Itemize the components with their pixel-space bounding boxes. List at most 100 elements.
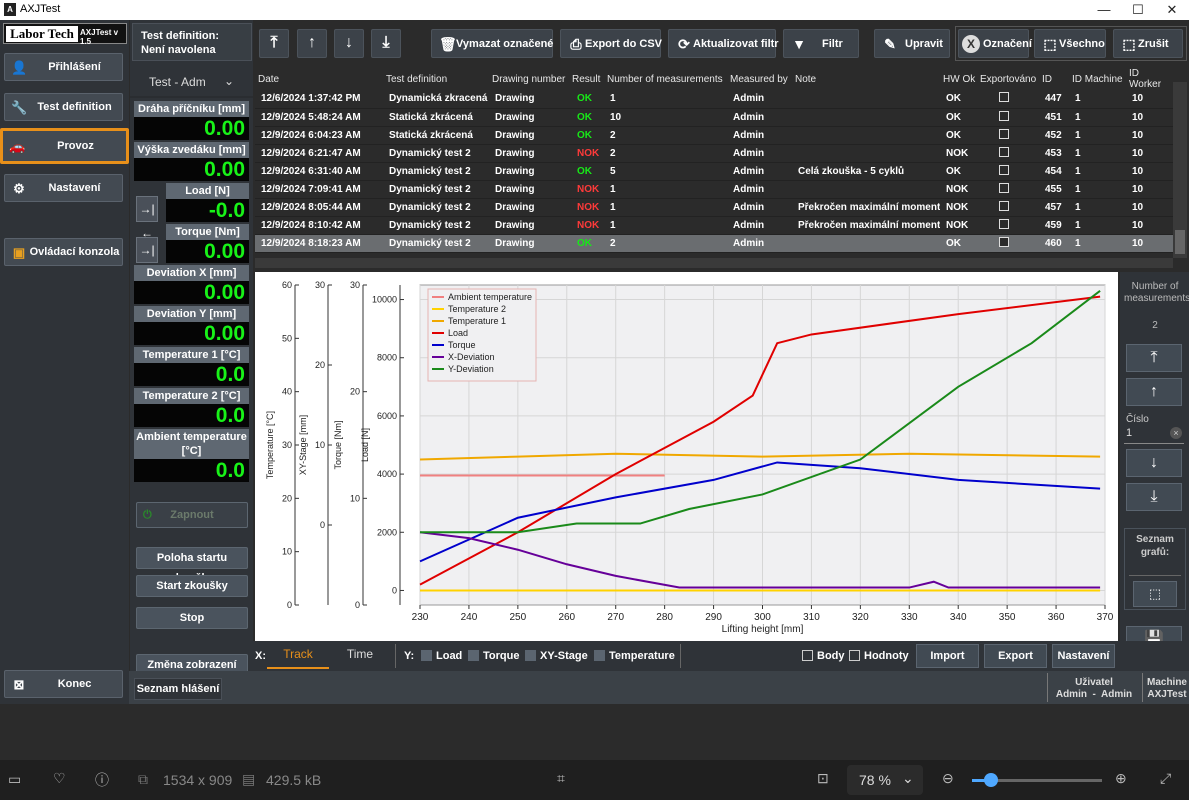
nav-provoz-button[interactable]: 🚗 Provoz: [0, 128, 129, 164]
start-test-button[interactable]: Start zkoušky: [136, 575, 248, 597]
tare-load-button[interactable]: →|←: [136, 196, 158, 240]
tab-track[interactable]: Track: [267, 641, 329, 669]
table-horizontal-scrollbar[interactable]: [255, 258, 1173, 268]
y-xy-stage-checkbox[interactable]: XY-Stage: [525, 650, 588, 662]
graph-select-button[interactable]: ⬚: [1133, 581, 1177, 607]
y-tick-label: 20: [350, 387, 360, 397]
next-record-button[interactable]: ↓: [334, 29, 364, 58]
exported-checkbox-cell[interactable]: [977, 90, 1039, 109]
crop-icon[interactable]: ⌗: [557, 770, 565, 787]
y-temperature-checkbox[interactable]: Temperature: [594, 650, 675, 662]
table-vertical-scrollbar[interactable]: [1173, 82, 1187, 258]
prev-record-button[interactable]: ↑: [297, 29, 327, 58]
table-row[interactable]: 12/9/2024 8:05:44 AM Dynamický test 2 Draw…: [255, 198, 1173, 217]
export-button[interactable]: Export: [984, 644, 1047, 668]
exported-checkbox-cell[interactable]: [977, 126, 1039, 145]
column-header[interactable]: HW Ok: [940, 68, 977, 90]
checkbox-icon[interactable]: [999, 110, 1009, 121]
filter-button[interactable]: ▼ Filtr: [783, 29, 859, 58]
minimize-button[interactable]: —: [1087, 0, 1121, 20]
column-header[interactable]: Test definition: [383, 68, 489, 90]
delete-selected-button[interactable]: 🗑 Vymazat označené: [431, 29, 553, 58]
table-row[interactable]: 12/9/2024 6:04:23 AM Statická zkrácená Dra…: [255, 126, 1173, 145]
table-row[interactable]: 12/9/2024 7:09:41 AM Dynamický test 2 Draw…: [255, 180, 1173, 199]
refresh-filter-button[interactable]: ⟳ Aktualizovat filtr: [668, 29, 779, 58]
column-header[interactable]: Measured by: [727, 68, 792, 90]
checkbox-icon[interactable]: [999, 164, 1009, 175]
exported-checkbox-cell[interactable]: [977, 198, 1039, 217]
next-graph-button[interactable]: ↓: [1126, 449, 1182, 477]
zoom-slider-handle[interactable]: [984, 773, 998, 787]
column-header[interactable]: Date: [255, 68, 383, 90]
body-checkbox[interactable]: Body: [802, 650, 845, 662]
close-button[interactable]: ✕: [1155, 0, 1189, 20]
checkbox-icon[interactable]: [999, 236, 1009, 247]
fit-screen-icon[interactable]: ⊡: [817, 770, 829, 787]
edit-button[interactable]: ✎ Upravit: [874, 29, 950, 58]
chart-settings-button[interactable]: Nastavení: [1052, 644, 1115, 668]
stop-button[interactable]: Stop: [136, 607, 248, 629]
column-header[interactable]: Number of measurements: [604, 68, 727, 90]
table-row[interactable]: 12/9/2024 8:10:42 AM Dynamický test 2 Draw…: [255, 216, 1173, 235]
column-header[interactable]: Result: [569, 68, 604, 90]
exported-checkbox-cell[interactable]: [977, 162, 1039, 181]
exported-checkbox-cell[interactable]: [977, 234, 1039, 253]
fullscreen-icon[interactable]: ⤢: [1160, 770, 1171, 787]
clear-icon[interactable]: ×: [1170, 427, 1182, 439]
export-csv-button[interactable]: ⎙ Export do CSV: [560, 29, 662, 58]
checkbox-icon[interactable]: [999, 146, 1009, 157]
table-row[interactable]: 12/9/2024 6:31:40 AM Dynamický test 2 Draw…: [255, 162, 1173, 181]
exit-button[interactable]: ⊠ Konec: [4, 670, 123, 698]
table-row[interactable]: 12/9/2024 5:48:24 AM Statická zkrácená Dra…: [255, 108, 1173, 127]
column-header[interactable]: ID Machine: [1069, 68, 1126, 90]
table-row[interactable]: 12/9/2024 6:21:47 AM Dynamický test 2 Draw…: [255, 144, 1173, 163]
y-torque-checkbox[interactable]: Torque: [468, 650, 519, 662]
prev-graph-button[interactable]: ↑: [1126, 378, 1182, 406]
marking-button[interactable]: X Označení: [958, 29, 1032, 58]
tab-time[interactable]: Time: [333, 641, 387, 669]
nav-test-definition-button[interactable]: 🔧 Test definition: [4, 93, 123, 121]
column-header[interactable]: ID Worker: [1126, 68, 1173, 90]
import-button[interactable]: Import: [916, 644, 979, 668]
y-load-checkbox[interactable]: Load: [421, 650, 462, 662]
exported-checkbox-cell[interactable]: [977, 216, 1039, 235]
column-header[interactable]: Drawing number: [489, 68, 569, 90]
zapnout-button[interactable]: ⏻ Zapnout: [136, 502, 248, 528]
table-cell: 1: [1069, 234, 1126, 253]
last-graph-button[interactable]: ⤓: [1126, 483, 1182, 511]
zoom-in-icon[interactable]: ⊕: [1115, 770, 1127, 787]
checkbox-icon[interactable]: [999, 128, 1009, 139]
first-record-button[interactable]: ⤒: [259, 29, 289, 58]
table-row[interactable]: 12/6/2024 1:37:42 PM Dynamická zkracená Dr…: [255, 90, 1173, 109]
table-row[interactable]: 12/9/2024 8:18:23 AM Dynamický test 2 Draw…: [255, 234, 1173, 253]
column-header[interactable]: ID: [1039, 68, 1069, 90]
select-all-button[interactable]: ⬚ Všechno: [1034, 29, 1106, 58]
reports-list-button[interactable]: Seznam hlášení: [134, 678, 222, 700]
column-header[interactable]: Note: [792, 68, 940, 90]
scroll-thumb[interactable]: [1175, 230, 1185, 254]
exported-checkbox-cell[interactable]: [977, 108, 1039, 127]
tare-torque-button[interactable]: →|←: [136, 237, 158, 281]
checkbox-icon[interactable]: [999, 218, 1009, 229]
start-position-button[interactable]: Poloha startu zkoušky: [136, 547, 248, 584]
exported-checkbox-cell[interactable]: [977, 144, 1039, 163]
zoom-out-icon[interactable]: ⊖: [942, 770, 954, 787]
maximize-button[interactable]: ☐: [1121, 0, 1155, 20]
hodnoty-checkbox[interactable]: Hodnoty: [849, 650, 909, 662]
nav-console-button[interactable]: ▣ Ovládací konzola: [4, 238, 123, 266]
test-selector[interactable]: Test - Adm ⌄: [134, 71, 249, 95]
checkbox-icon[interactable]: [999, 200, 1009, 211]
nav-login-button[interactable]: 👤 Přihlášení: [4, 53, 123, 81]
first-graph-button[interactable]: ⤒: [1126, 344, 1182, 372]
cancel-selection-button[interactable]: ⬚ Zrušit: [1113, 29, 1183, 58]
cislo-input[interactable]: 1 ×: [1124, 426, 1184, 444]
checkbox-icon[interactable]: [999, 92, 1009, 103]
heart-icon[interactable]: ♡: [53, 770, 66, 787]
info-icon[interactable]: ⓘ: [95, 770, 109, 790]
nav-settings-button[interactable]: ⚙ Nastavení: [4, 174, 123, 202]
filmstrip-icon[interactable]: ▭: [8, 771, 21, 788]
column-header[interactable]: Exportováno: [977, 68, 1039, 90]
checkbox-icon[interactable]: [999, 182, 1009, 193]
last-record-button[interactable]: ⤓: [371, 29, 401, 58]
exported-checkbox-cell[interactable]: [977, 180, 1039, 199]
